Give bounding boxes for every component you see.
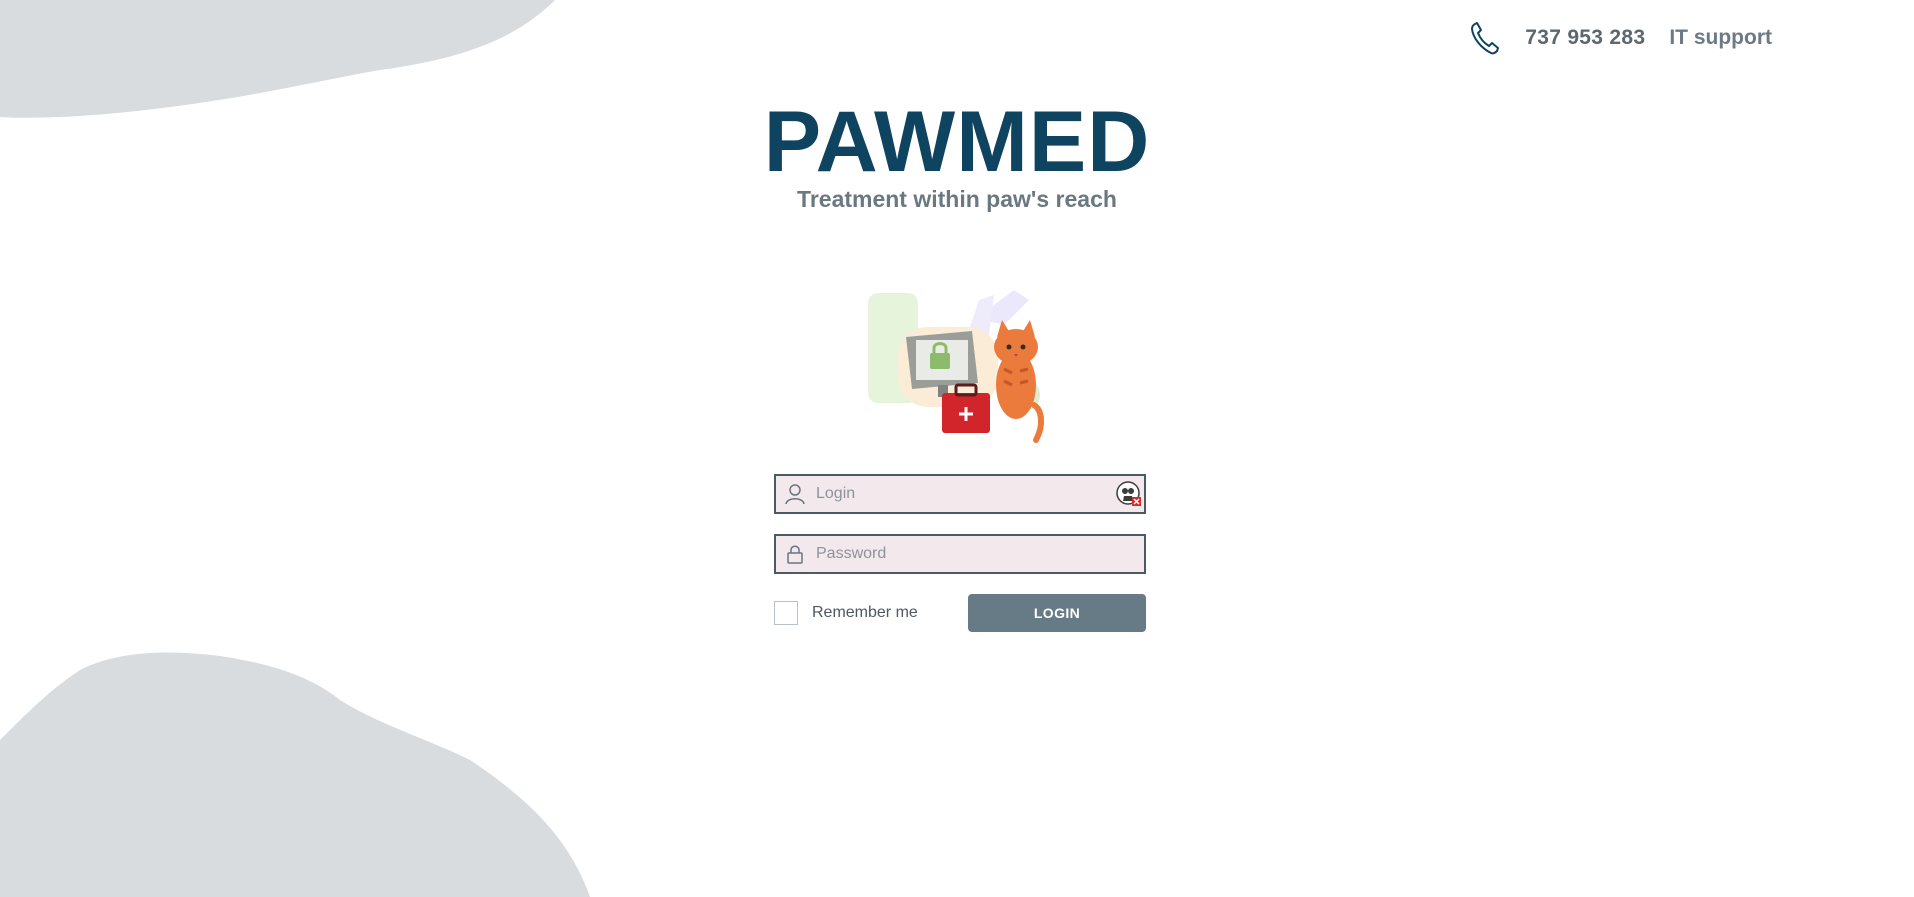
it-support-link[interactable]: IT support <box>1669 26 1772 50</box>
login-field-wrapper <box>774 474 1146 514</box>
login-input[interactable] <box>814 475 1144 513</box>
cat-computer-illustration <box>864 285 1064 445</box>
brand-tagline: Treatment within paw's reach <box>797 186 1117 212</box>
phone-icon[interactable] <box>1469 20 1501 56</box>
user-icon <box>784 483 806 505</box>
remember-me-checkbox[interactable] <box>774 601 798 625</box>
remember-me-label: Remember me <box>812 604 918 621</box>
login-button[interactable]: LOGIN <box>968 594 1146 632</box>
phone-number[interactable]: 737 953 283 <box>1525 26 1645 50</box>
brand-block: PAWMED Treatment within paw's reach <box>0 98 1914 213</box>
login-form: Remember me LOGIN <box>774 474 1146 632</box>
password-input[interactable] <box>814 535 1144 573</box>
brand-title: PAWMED <box>763 94 1151 190</box>
remember-me[interactable]: Remember me <box>774 601 918 625</box>
header-contact: 737 953 283 IT support <box>1469 20 1772 56</box>
form-actions-row: Remember me LOGIN <box>774 594 1146 632</box>
password-field-wrapper <box>774 534 1146 574</box>
password-manager-icon[interactable] <box>1116 481 1142 507</box>
lock-icon <box>784 543 806 565</box>
